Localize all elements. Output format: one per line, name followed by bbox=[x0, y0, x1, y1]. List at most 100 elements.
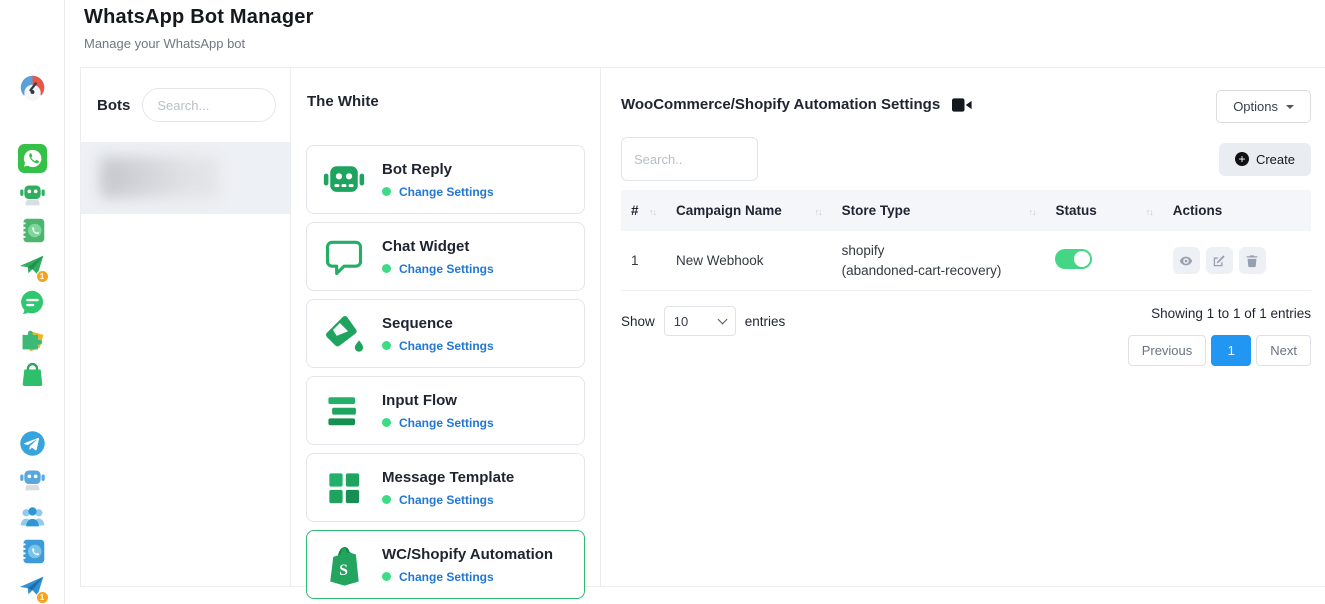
column-header-actions: Actions bbox=[1163, 190, 1311, 231]
campaign-name-cell: New Webhook bbox=[666, 231, 832, 291]
table-row: 1 New Webhook shopify (abandoned-cart-re… bbox=[621, 231, 1311, 291]
entries-label: entries bbox=[745, 314, 786, 329]
page-content: WhatsApp Bot Manager Manage your WhatsAp… bbox=[65, 0, 1325, 604]
page-size-control: Show 10 entries bbox=[621, 306, 785, 336]
menu-card-input-flow[interactable]: Input Flow Change Settings bbox=[306, 376, 585, 445]
change-settings-link[interactable]: Change Settings bbox=[399, 570, 494, 584]
page-subtitle: Manage your WhatsApp bot bbox=[84, 36, 1325, 51]
menu-card-wc-shopify-automation[interactable]: S WC/Shopify Automation Change Settings bbox=[306, 530, 585, 599]
page-size-select[interactable]: 10 bbox=[664, 306, 736, 336]
menu-card-title: Sequence bbox=[382, 315, 494, 332]
campaign-send-icon[interactable]: 1 bbox=[18, 252, 47, 281]
column-header-store-type[interactable]: Store Type bbox=[832, 190, 1046, 231]
telegram-icon[interactable] bbox=[18, 429, 47, 458]
change-settings-link[interactable]: Change Settings bbox=[399, 185, 494, 199]
create-button[interactable]: Create bbox=[1219, 143, 1311, 176]
status-dot bbox=[382, 572, 391, 581]
options-button[interactable]: Options bbox=[1216, 90, 1311, 123]
sort-icon bbox=[649, 203, 656, 218]
video-tutorial-icon[interactable] bbox=[952, 97, 972, 113]
menu-card-title: Chat Widget bbox=[382, 238, 494, 255]
automation-settings-section: WooCommerce/Shopify Automation Settings … bbox=[601, 68, 1325, 586]
delete-button[interactable] bbox=[1239, 247, 1266, 274]
show-label: Show bbox=[621, 314, 655, 329]
bot-icon[interactable] bbox=[18, 180, 47, 209]
status-dot bbox=[382, 418, 391, 427]
entries-summary: Showing 1 to 1 of 1 entries bbox=[1151, 306, 1311, 321]
row-index: 1 bbox=[621, 231, 666, 291]
menu-card-title: Input Flow bbox=[382, 392, 494, 409]
telegram-bot-icon[interactable] bbox=[18, 465, 47, 494]
bots-panel-header: Bots bbox=[81, 68, 290, 142]
table-search-input[interactable] bbox=[621, 137, 758, 181]
chat-bubble-icon bbox=[321, 234, 367, 280]
page-title: WhatsApp Bot Manager bbox=[84, 6, 1325, 29]
edit-button[interactable] bbox=[1206, 247, 1233, 274]
column-header-index[interactable]: # bbox=[621, 190, 666, 231]
grid-icon bbox=[321, 465, 367, 511]
sort-icon bbox=[1028, 203, 1035, 218]
sort-icon bbox=[1146, 203, 1153, 218]
store-bag-icon[interactable] bbox=[18, 360, 47, 389]
column-header-status[interactable]: Status bbox=[1045, 190, 1162, 231]
page-header: WhatsApp Bot Manager Manage your WhatsAp… bbox=[65, 0, 1325, 51]
eye-icon bbox=[1179, 254, 1193, 268]
store-type-cell: shopify (abandoned-cart-recovery) bbox=[832, 231, 1046, 291]
chevron-down-icon bbox=[1286, 105, 1294, 109]
status-dot bbox=[382, 495, 391, 504]
change-settings-link[interactable]: Change Settings bbox=[399, 339, 494, 353]
previous-page-button[interactable]: Previous bbox=[1128, 335, 1207, 366]
status-toggle[interactable] bbox=[1055, 249, 1092, 269]
edit-icon bbox=[1212, 254, 1226, 268]
campaign-badge: 1 bbox=[36, 591, 49, 604]
whatsapp-icon[interactable] bbox=[18, 144, 47, 173]
column-header-campaign-name[interactable]: Campaign Name bbox=[666, 190, 832, 231]
menu-card-chat-widget[interactable]: Chat Widget Change Settings bbox=[306, 222, 585, 291]
shopify-bag-icon: S bbox=[321, 542, 367, 588]
plus-circle-icon bbox=[1235, 152, 1249, 166]
view-button[interactable] bbox=[1173, 247, 1200, 274]
trash-icon bbox=[1245, 254, 1259, 268]
telegram-campaign-send-icon[interactable]: 1 bbox=[18, 573, 47, 602]
page-1-button[interactable]: 1 bbox=[1211, 335, 1251, 366]
menu-card-message-template[interactable]: Message Template Change Settings bbox=[306, 453, 585, 522]
bots-panel: Bots bbox=[81, 68, 291, 586]
change-settings-link[interactable]: Change Settings bbox=[399, 262, 494, 276]
section-title: WooCommerce/Shopify Automation Settings bbox=[621, 96, 940, 113]
paint-bucket-icon bbox=[321, 311, 367, 357]
bot-menu-cards: Bot Reply Change Settings Chat Widget Ch… bbox=[306, 145, 585, 599]
bot-manager-panel: Bots The White Bot Reply Change Setti bbox=[80, 67, 1325, 587]
pagination: Previous 1 Next bbox=[1128, 335, 1311, 366]
integrations-puzzle-icon[interactable] bbox=[18, 324, 47, 353]
app-icon-rail: 1 1 bbox=[0, 0, 65, 604]
campaign-badge: 1 bbox=[36, 270, 49, 283]
table-header-row: # Campaign Name Store Type Status Action… bbox=[621, 190, 1311, 231]
change-settings-link[interactable]: Change Settings bbox=[399, 493, 494, 507]
chat-icon[interactable] bbox=[18, 288, 47, 317]
bot-list-item[interactable] bbox=[81, 142, 290, 214]
svg-text:S: S bbox=[339, 562, 348, 579]
sort-icon bbox=[815, 203, 822, 218]
bots-search-input[interactable] bbox=[142, 88, 276, 122]
robot-icon bbox=[321, 157, 367, 203]
menu-card-title: Message Template bbox=[382, 469, 514, 486]
contacts-book-icon[interactable] bbox=[18, 216, 47, 245]
bot-menu-panel: The White Bot Reply Change Settings bbox=[291, 68, 601, 586]
status-dot bbox=[382, 264, 391, 273]
telegram-contacts-icon[interactable] bbox=[18, 537, 47, 566]
campaigns-table: # Campaign Name Store Type Status Action… bbox=[621, 190, 1311, 291]
menu-card-title: WC/Shopify Automation bbox=[382, 546, 553, 563]
next-page-button[interactable]: Next bbox=[1256, 335, 1311, 366]
bot-name-redacted bbox=[100, 157, 218, 198]
bots-label: Bots bbox=[97, 97, 130, 114]
dashboard-gauge-icon[interactable] bbox=[18, 73, 47, 102]
menu-card-sequence[interactable]: Sequence Change Settings bbox=[306, 299, 585, 368]
menu-card-bot-reply[interactable]: Bot Reply Change Settings bbox=[306, 145, 585, 214]
bars-icon bbox=[321, 388, 367, 434]
change-settings-link[interactable]: Change Settings bbox=[399, 416, 494, 430]
status-dot bbox=[382, 187, 391, 196]
selected-bot-name: The White bbox=[306, 68, 585, 145]
menu-card-title: Bot Reply bbox=[382, 161, 494, 178]
status-dot bbox=[382, 341, 391, 350]
telegram-groups-icon[interactable] bbox=[18, 501, 47, 530]
